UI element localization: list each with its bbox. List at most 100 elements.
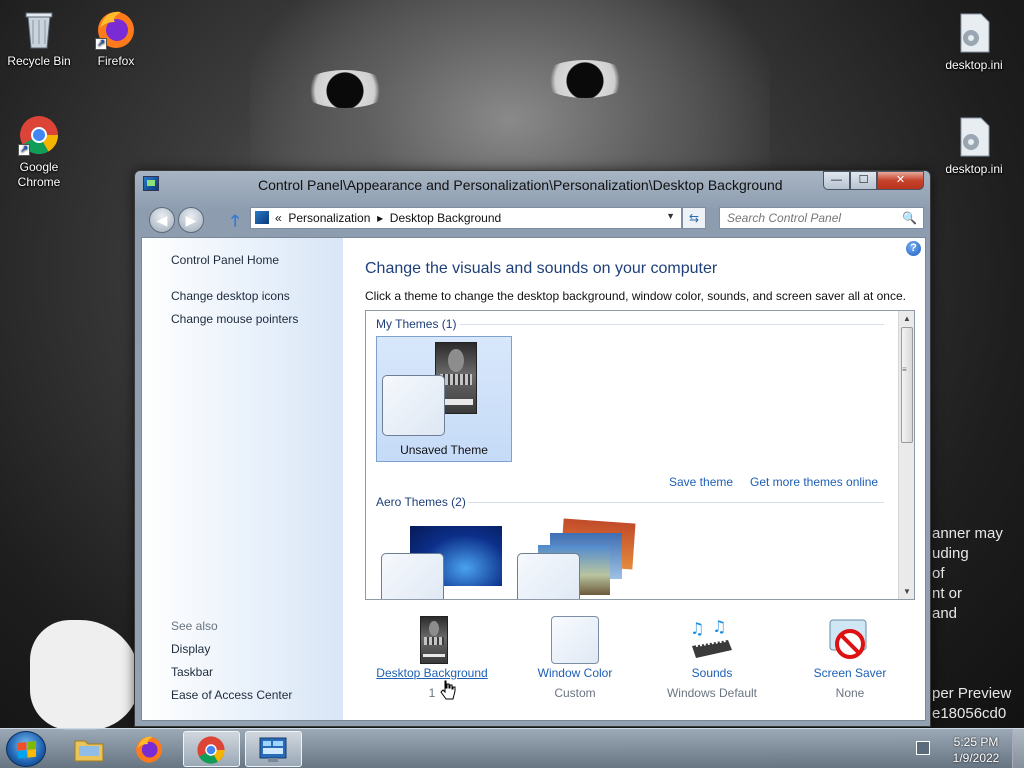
show-desktop-button[interactable] bbox=[1012, 729, 1024, 768]
clock[interactable]: 5:25 PM 1/9/2022 bbox=[946, 734, 1006, 766]
save-theme-link[interactable]: Save theme bbox=[669, 475, 733, 489]
svg-text:♫: ♫ bbox=[712, 617, 726, 636]
recycle-bin-icon bbox=[18, 8, 60, 50]
desktop-background-link[interactable]: Desktop Background bbox=[362, 666, 502, 680]
aero-themes-header[interactable]: Aero Themes (2) bbox=[376, 495, 466, 509]
scroll-down-arrow-icon[interactable]: ▼ bbox=[899, 584, 914, 599]
display-link[interactable]: Display bbox=[171, 642, 210, 656]
theme-tile-windows-7[interactable] bbox=[376, 515, 512, 599]
screen-saver-link[interactable]: Screen Saver bbox=[780, 666, 920, 680]
chevron-down-icon[interactable]: ▼ bbox=[666, 211, 675, 221]
sounds-link[interactable]: Sounds bbox=[642, 666, 782, 680]
theme-tile-unsaved[interactable]: Unsaved Theme bbox=[376, 336, 512, 462]
up-arrow-icon[interactable]: 🡑 bbox=[231, 210, 239, 237]
maximize-button[interactable]: ☐ bbox=[850, 171, 877, 190]
window-glass-preview bbox=[517, 553, 580, 599]
change-mouse-pointers-link[interactable]: Change mouse pointers bbox=[171, 312, 298, 326]
chrome-icon bbox=[197, 736, 225, 764]
desktop-icon-desktop-ini-2[interactable]: desktop.ini bbox=[936, 116, 1012, 177]
scroll-up-arrow-icon[interactable]: ▲ bbox=[899, 311, 914, 326]
network-icon[interactable] bbox=[916, 741, 930, 755]
sounds-value: Windows Default bbox=[666, 686, 758, 700]
vertical-scrollbar[interactable]: ▲ ≡ ▼ bbox=[898, 311, 914, 599]
taskbar-firefox[interactable] bbox=[122, 731, 179, 767]
control-panel-icon bbox=[259, 737, 287, 762]
breadcrumb-personalization[interactable]: Personalization bbox=[288, 211, 370, 225]
grip-icon: ≡ bbox=[902, 365, 907, 374]
help-icon[interactable]: ? bbox=[906, 241, 921, 256]
desktop-icon-recycle-bin[interactable]: Recycle Bin bbox=[1, 8, 77, 69]
taskbar: 5:25 PM 1/9/2022 bbox=[0, 728, 1024, 768]
desktop-background-item[interactable]: Desktop Background 1 bbox=[362, 616, 502, 700]
close-button[interactable]: ✕ bbox=[877, 171, 924, 190]
get-more-themes-link[interactable]: Get more themes online bbox=[750, 475, 878, 489]
taskbar-control-panel[interactable] bbox=[245, 731, 302, 767]
window-glass-preview bbox=[382, 375, 445, 436]
left-pane: Control Panel Home Change desktop icons … bbox=[142, 238, 343, 720]
sounds-item[interactable]: ♫ ♫ Sounds Windows Default bbox=[642, 616, 782, 700]
desktop-background-icon bbox=[408, 616, 456, 664]
breadcrumb: « Personalization ▸ Desktop Background bbox=[275, 211, 501, 225]
minimize-button[interactable]: — bbox=[823, 171, 850, 190]
desktop-icon-label: desktop.ini bbox=[945, 58, 1003, 72]
settings-file-icon bbox=[953, 116, 995, 158]
desktop-icon-label: desktop.ini bbox=[945, 162, 1003, 176]
taskbar-explorer[interactable] bbox=[61, 731, 118, 767]
breadcrumb-desktop-background[interactable]: Desktop Background bbox=[390, 211, 501, 225]
change-desktop-icons-link[interactable]: Change desktop icons bbox=[171, 289, 290, 303]
desktop-icon-label: Google Chrome bbox=[17, 160, 61, 189]
window-color-link[interactable]: Window Color bbox=[505, 666, 645, 680]
control-panel-icon bbox=[255, 211, 269, 224]
title-bar[interactable]: Control Panel\Appearance and Personaliza… bbox=[135, 171, 930, 199]
start-button[interactable] bbox=[6, 731, 46, 767]
search-icon[interactable]: 🔍 bbox=[902, 211, 917, 225]
screen-saver-value: None bbox=[835, 686, 865, 700]
forward-arrow-icon[interactable]: ▶ bbox=[178, 207, 204, 233]
see-also-label: See also bbox=[171, 619, 218, 633]
folder-icon bbox=[74, 740, 104, 762]
wallpaper-text-2: per Preview e18056cd0 bbox=[932, 685, 1012, 722]
wallpaper-blob bbox=[30, 620, 140, 730]
sounds-icon: ♫ ♫ bbox=[688, 616, 736, 664]
firefox-icon bbox=[136, 736, 162, 763]
desktop-icon-desktop-ini[interactable]: desktop.ini bbox=[936, 12, 1012, 73]
window-color-icon bbox=[551, 616, 599, 664]
breadcrumb-overflow[interactable]: « bbox=[275, 211, 282, 225]
search-placeholder: Search Control Panel bbox=[727, 211, 842, 225]
wallpaper-text: anner may uding of nt or and bbox=[932, 525, 1003, 622]
settings-file-icon bbox=[953, 12, 995, 54]
clock-date: 1/9/2022 bbox=[952, 751, 1000, 765]
screen-saver-item[interactable]: Screen Saver None bbox=[780, 616, 920, 700]
taskbar-chrome[interactable] bbox=[183, 731, 240, 767]
desktop-icon-label: Recycle Bin bbox=[7, 54, 71, 68]
back-arrow-icon[interactable]: ◀ bbox=[149, 207, 175, 233]
control-panel-icon bbox=[143, 176, 159, 191]
desktop-icon-firefox[interactable]: Firefox bbox=[78, 8, 154, 69]
chrome-icon bbox=[18, 114, 60, 157]
desktop-background-value: 1 bbox=[428, 686, 436, 700]
screen-saver-icon bbox=[826, 616, 874, 664]
theme-tile-landscapes[interactable] bbox=[512, 515, 648, 599]
page-description: Click a theme to change the desktop back… bbox=[365, 289, 906, 303]
breadcrumb-separator[interactable]: ▸ bbox=[377, 211, 383, 225]
control-panel-window: Control Panel\Appearance and Personaliza… bbox=[134, 170, 931, 727]
window-color-item[interactable]: Window Color Custom bbox=[505, 616, 645, 700]
navigation-bar: ◀ ▶ 🡑 « Personalization ▸ Desktop Backgr… bbox=[135, 203, 930, 233]
ease-of-access-link[interactable]: Ease of Access Center bbox=[171, 688, 292, 702]
taskbar-link[interactable]: Taskbar bbox=[171, 665, 213, 679]
divider bbox=[468, 502, 884, 503]
desktop-icon-label: Firefox bbox=[97, 54, 135, 68]
firefox-icon bbox=[95, 8, 137, 51]
theme-list: My Themes (1) Unsaved Theme Save theme G… bbox=[365, 310, 915, 600]
content-area: Control Panel Home Change desktop icons … bbox=[141, 237, 926, 721]
desktop-icon-google-chrome[interactable]: Google Chrome bbox=[1, 114, 77, 190]
address-bar[interactable]: « Personalization ▸ Desktop Background ▼ bbox=[250, 207, 682, 229]
refresh-icon[interactable]: ⇆ bbox=[682, 207, 706, 229]
control-panel-home-link[interactable]: Control Panel Home bbox=[171, 253, 279, 267]
window-title: Control Panel\Appearance and Personaliza… bbox=[258, 177, 783, 193]
windows-logo-icon bbox=[18, 741, 36, 759]
scrollbar-thumb[interactable] bbox=[901, 327, 913, 443]
window-glass-preview bbox=[381, 553, 444, 599]
search-input[interactable]: Search Control Panel 🔍 bbox=[719, 207, 924, 229]
my-themes-header[interactable]: My Themes (1) bbox=[376, 317, 456, 331]
